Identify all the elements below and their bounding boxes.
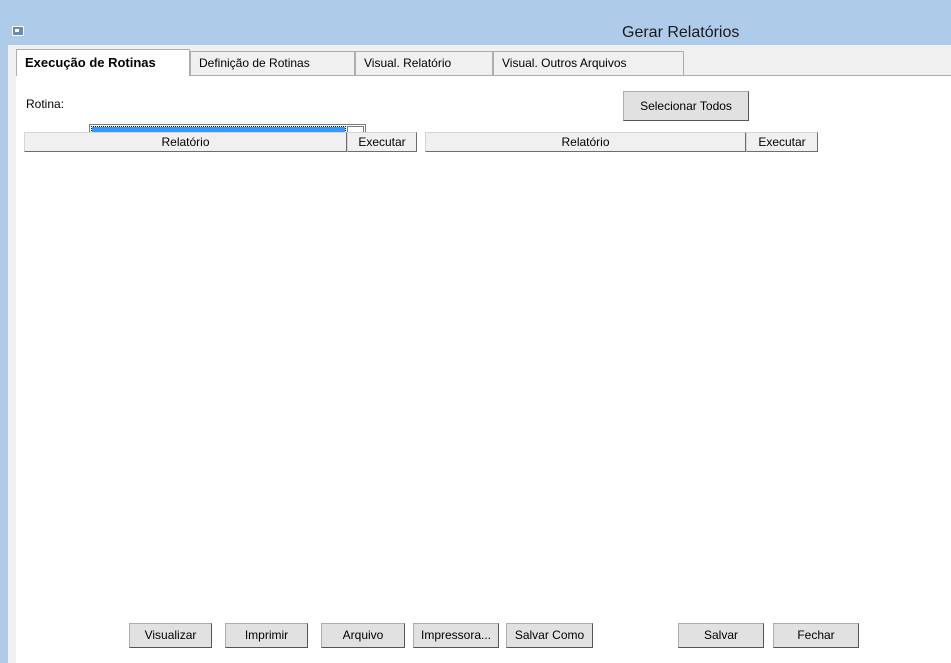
gerar-relatorios-window: Gerar Relatórios Execução de Rotinas Def… <box>0 0 951 663</box>
window-client-area: Execução de Rotinas Definição de Rotinas… <box>8 45 951 663</box>
title-bar[interactable]: Gerar Relatórios <box>0 0 951 45</box>
salvar-button[interactable]: Salvar <box>678 623 764 648</box>
tab-panel-execucao: Rotina: Selecionar Todos Relatório Execu… <box>16 76 951 663</box>
impressora-button[interactable]: Impressora... <box>413 623 499 648</box>
arquivo-button[interactable]: Arquivo <box>321 623 405 648</box>
app-icon[interactable] <box>12 26 24 36</box>
imprimir-button[interactable]: Imprimir <box>225 623 308 648</box>
tab-visual-outros-arquivos[interactable]: Visual. Outros Arquivos <box>493 51 684 75</box>
selecionar-todos-button[interactable]: Selecionar Todos <box>623 91 749 121</box>
grid-header-relatorio-left[interactable]: Relatório <box>24 132 347 152</box>
grid-header-executar-right[interactable]: Executar <box>746 132 818 152</box>
rotina-label: Rotina: <box>26 97 65 111</box>
visualizar-button[interactable]: Visualizar <box>129 623 212 648</box>
fechar-button[interactable]: Fechar <box>773 623 859 648</box>
grid-header-relatorio-right[interactable]: Relatório <box>425 132 746 152</box>
tab-visual-relatorio[interactable]: Visual. Relatório <box>355 51 493 75</box>
tab-execucao-de-rotinas[interactable]: Execução de Rotinas <box>16 49 190 76</box>
window-left-border <box>0 45 8 663</box>
tab-definicao-de-rotinas[interactable]: Definição de Rotinas <box>190 51 355 75</box>
grid-header-executar-left[interactable]: Executar <box>347 132 417 152</box>
window-title: Gerar Relatórios <box>622 24 740 41</box>
salvar-como-button[interactable]: Salvar Como <box>506 623 593 648</box>
